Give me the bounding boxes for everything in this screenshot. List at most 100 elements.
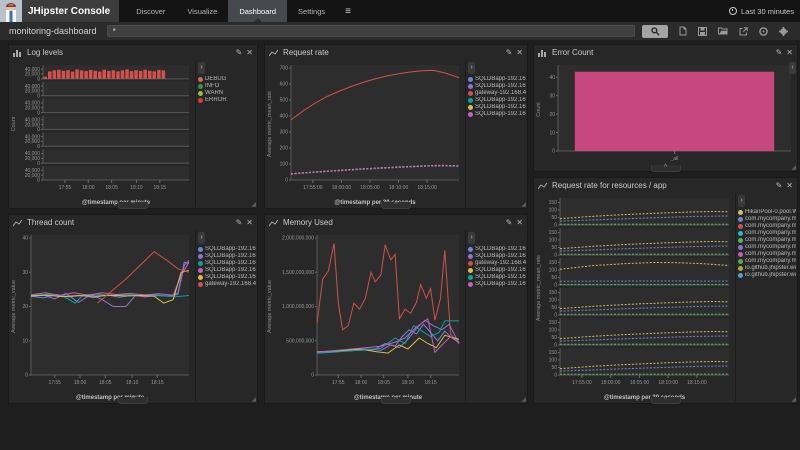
svg-text:150: 150 [549,200,558,206]
query-input[interactable] [107,25,635,37]
legend-item[interactable]: gateway-192.168.43.8... [468,90,526,96]
svg-text:0: 0 [554,283,557,289]
resize-handle[interactable]: ◢ [521,397,526,403]
edit-icon[interactable]: ✎ [236,219,243,227]
legend-collapse-icon[interactable]: › [198,232,205,244]
error-count-chart[interactable]: 403020100_allCount [534,60,797,170]
resize-handle[interactable]: ◢ [791,165,796,171]
thread-count-chart[interactable]: 40302010017:5518:0018:0518:1018:15@times… [9,230,195,402]
memory-used-chart[interactable]: 2,000,000,0001,500,000,0001,000,000,0005… [265,230,465,402]
legend-item[interactable]: SQLDBapp-192.168.4... [198,253,256,259]
legend-item[interactable]: WARN [198,90,256,96]
edit-icon[interactable]: ✎ [236,49,243,57]
resize-handle[interactable]: ◢ [791,397,796,403]
clock-icon[interactable] [759,27,768,36]
legend-item[interactable]: gateway-192.168.43.8... [468,260,526,266]
legend-item[interactable]: com.mycompany.myap... [738,216,796,222]
panel-title: Request rate [283,48,502,57]
nav-item-discover[interactable]: Discover [125,0,176,22]
legend-collapse-icon[interactable]: › [198,62,205,74]
legend-item[interactable]: com.mycompany.myap... [738,244,796,250]
legend-item-label: SQLDBapp-192.168.4... [475,246,526,252]
legend-item[interactable]: ERROR [198,97,256,103]
legend-item[interactable]: SQLDBapp-192.168.4... [468,83,526,89]
edit-icon[interactable]: ✎ [776,182,783,190]
panel-header[interactable]: Thread count ✎ ✕ [9,215,257,230]
legend-item[interactable]: SQLDBapp-192.168.4... [468,253,526,259]
panel-collapse-icon[interactable]: ^ [651,165,681,172]
panel-header[interactable]: Memory Used ✎ ✕ [265,215,527,230]
legend-item[interactable]: DEBUG [198,76,256,82]
legend-item[interactable]: com.mycompany.myap... [738,251,796,257]
hamburger-icon[interactable]: ≡ [336,0,360,22]
share-icon[interactable] [739,27,748,36]
panel-header[interactable]: Request rate ✎ ✕ [265,45,527,60]
legend-item[interactable]: com.mycompany.myap... [738,258,796,264]
resize-handle[interactable]: ◢ [251,397,256,403]
svg-text:0: 0 [311,373,314,379]
edit-icon[interactable]: ✎ [506,49,513,57]
close-icon[interactable]: ✕ [246,219,253,227]
time-range-picker[interactable]: Last 30 minutes [729,0,794,22]
resize-handle[interactable]: ◢ [521,202,526,208]
panel-collapse-icon[interactable]: ^ [651,397,681,404]
legend-item[interactable]: SQLDBapp-192.168.4... [198,246,256,252]
resize-handle[interactable]: ◢ [251,202,256,208]
legend-item[interactable]: io.github.jhipster.web.r... [738,265,796,271]
legend-item[interactable]: INFO [198,83,256,89]
legend-collapse-icon[interactable]: ‹ [789,62,796,74]
legend-item[interactable]: SQLDBapp-192.168.4... [198,267,256,273]
legend-item[interactable]: SQLDBapp-192.168.4... [468,281,526,287]
close-icon[interactable]: ✕ [516,219,523,227]
legend-item[interactable]: io.github.jhipster.web.r... [738,272,796,278]
legend-item[interactable]: SQLDBapp-192.168.4... [198,260,256,266]
legend-item[interactable]: SQLDBapp-192.168.4... [198,274,256,280]
search-button[interactable] [642,25,668,38]
legend-item[interactable]: com.mycompany.myap... [738,237,796,243]
series-color-dot [468,261,473,266]
edit-icon[interactable]: ✎ [506,219,513,227]
legend-collapse-icon[interactable]: › [738,195,745,207]
panel-collapse-icon[interactable]: ^ [118,397,148,404]
save-icon[interactable] [698,27,707,36]
brand-link[interactable]: JHipster Console [0,0,119,22]
legend-item[interactable]: com.mycompany.myap... [738,223,796,229]
nav-item-settings[interactable]: Settings [287,0,336,22]
edit-icon[interactable]: ✎ [776,49,783,57]
close-icon[interactable]: ✕ [516,49,523,57]
line-chart-icon [538,182,548,190]
panel-header[interactable]: Log levels ✎ ✕ [9,45,257,60]
close-icon[interactable]: ✕ [786,49,793,57]
legend-item[interactable]: SQLDBapp-192.168.4... [468,97,526,103]
panel-collapse-icon[interactable]: ^ [118,202,148,209]
panel-collapse-icon[interactable]: ^ [381,202,411,209]
legend-item[interactable]: SQLDBapp-192.168.4... [468,76,526,82]
close-icon[interactable]: ✕ [246,49,253,57]
legend-item-label: INFO [205,83,219,89]
close-icon[interactable]: ✕ [786,182,793,190]
legend-collapse-icon[interactable]: › [468,62,475,74]
legend-item[interactable]: SQLDBapp-192.168.4... [468,104,526,110]
nav-item-dashboard[interactable]: Dashboard [228,0,287,22]
new-document-icon[interactable] [679,26,687,36]
panel-header[interactable]: Request rate for resources / app ✎ ✕ [534,178,797,193]
nav-item-visualize[interactable]: Visualize [176,0,228,22]
folder-open-icon[interactable] [718,27,728,35]
legend-item[interactable]: SQLDBapp-192.168.4... [468,246,526,252]
panel-title: Error Count [552,48,772,57]
panel-header[interactable]: Error Count ✎ ✕ [534,45,797,60]
series-color-dot [198,268,203,273]
resources-chart[interactable]: 1501005001501005001501005001501005001501… [534,193,735,402]
request-rate-chart[interactable]: 700600500400300200100017:55:0018:00:0018… [265,60,465,207]
legend-item[interactable]: gateway-192.168.43.8... [198,281,256,287]
gear-icon[interactable] [779,27,788,36]
svg-text:100: 100 [549,268,558,274]
panel-collapse-icon[interactable]: ^ [381,397,411,404]
legend-item[interactable]: com.mycompany.myap... [738,230,796,236]
legend-item[interactable]: HikariPool-0.pool.Wait [738,209,796,215]
legend-item[interactable]: SQLDBapp-192.168.4... [468,274,526,280]
log-levels-chart[interactable]: 40,00020,000040,00020,000040,00020,00004… [9,60,195,207]
legend-item[interactable]: SQLDBapp-192.168.4... [468,267,526,273]
legend-item[interactable]: SQLDBapp-192.168.4... [468,111,526,117]
legend-collapse-icon[interactable]: › [468,232,475,244]
